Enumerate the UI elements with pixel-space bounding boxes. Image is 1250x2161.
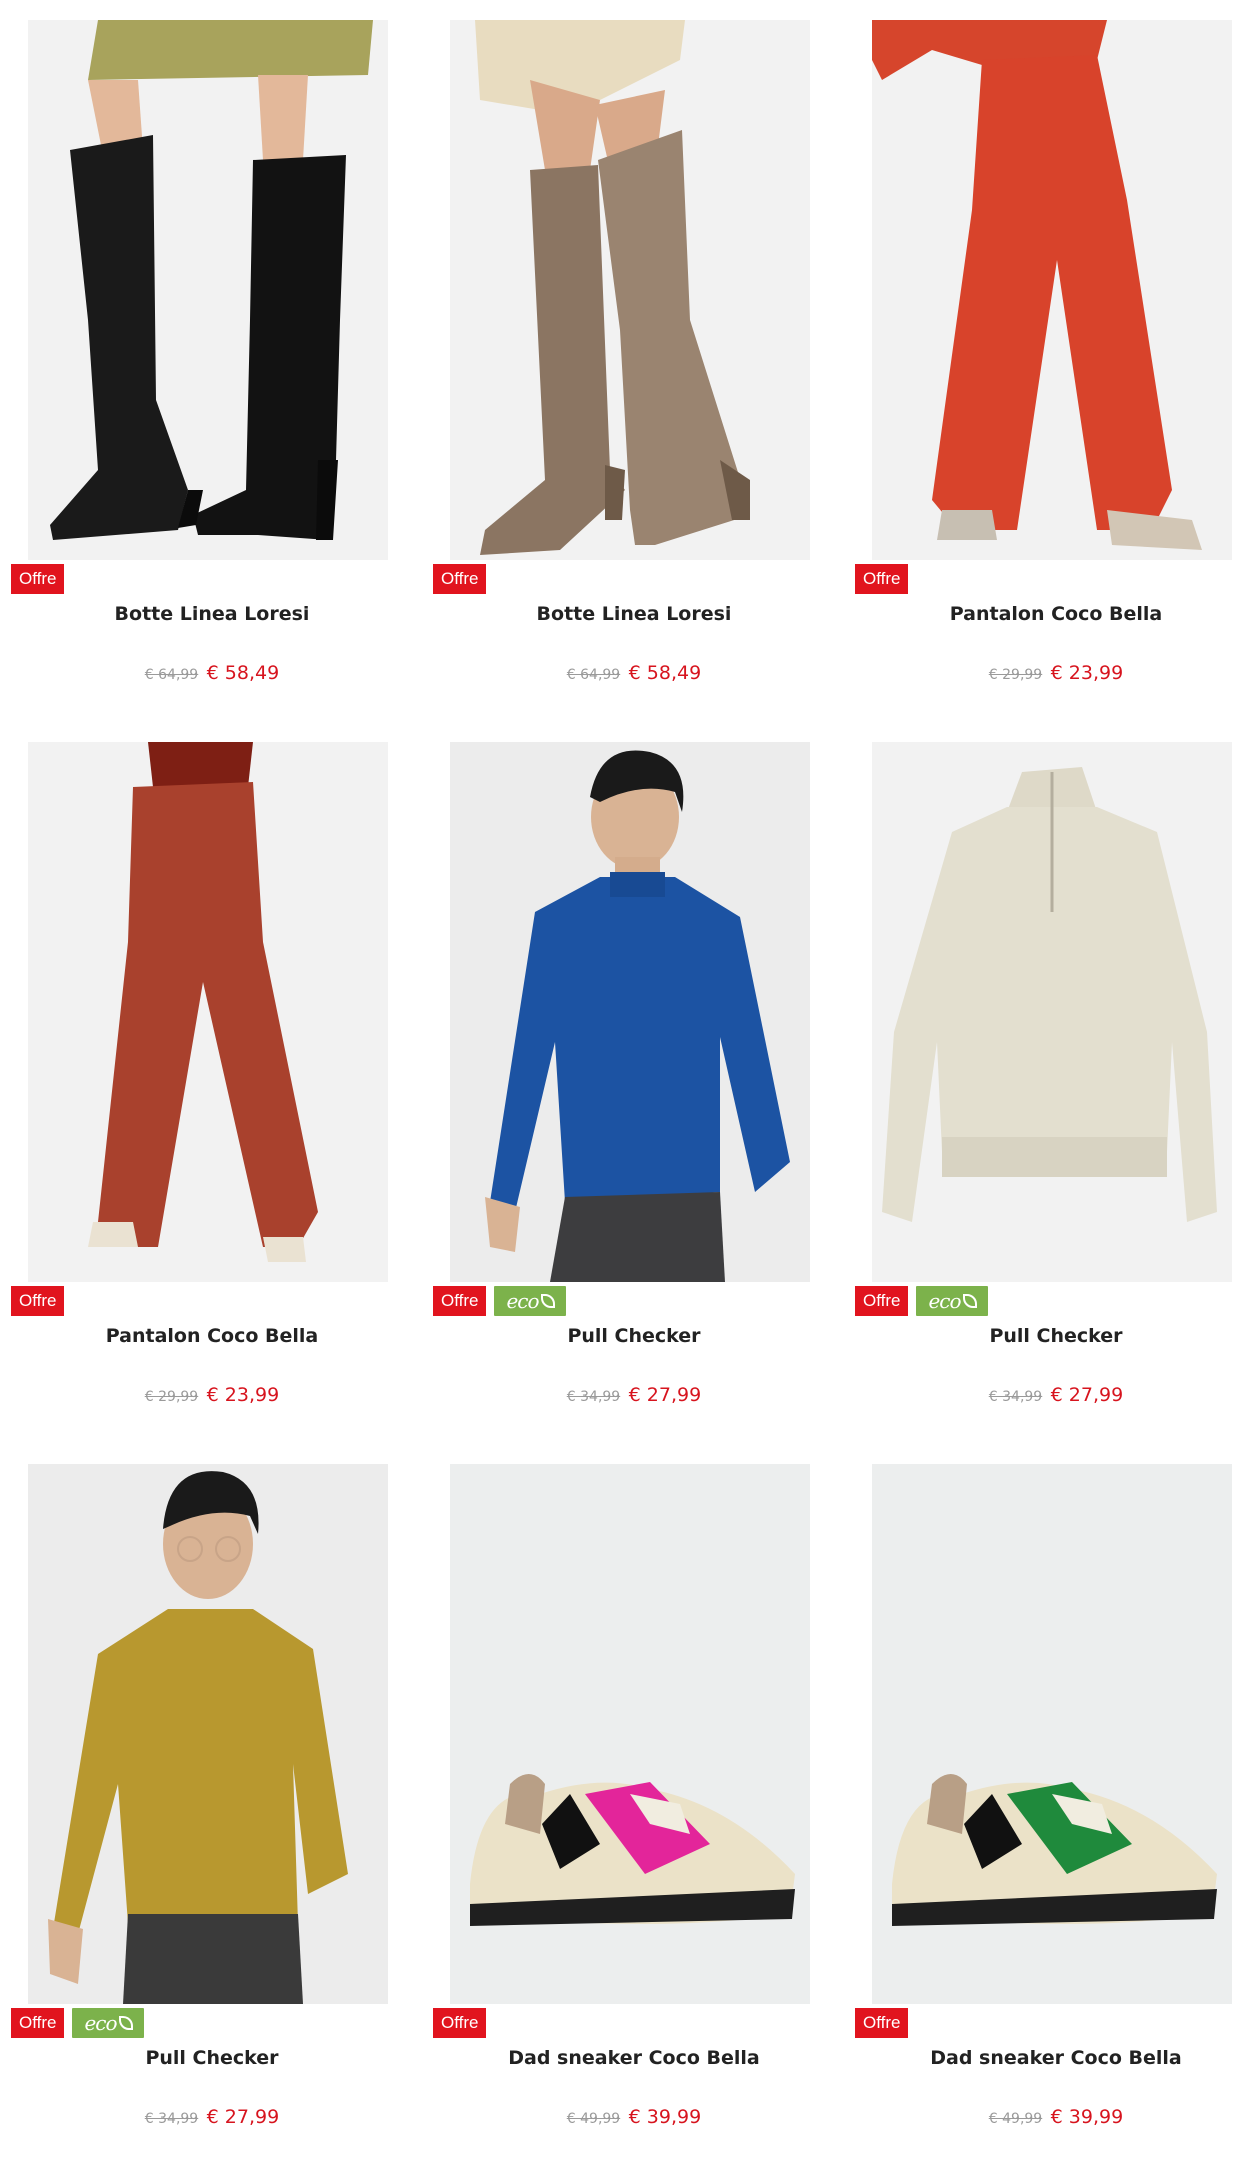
old-price: € 34,99 — [566, 1389, 621, 1405]
product-name[interactable]: Dad sneaker Coco Bella — [428, 2047, 840, 2069]
sale-price: € 23,99 — [1050, 662, 1124, 684]
offer-badge: Offre — [855, 564, 909, 594]
sale-price: € 27,99 — [206, 2106, 280, 2128]
sale-price: € 58,49 — [628, 662, 702, 684]
product-price: € 34,99 € 27,99 — [850, 1384, 1250, 1406]
product-name[interactable]: Botte Linea Loresi — [6, 603, 418, 625]
product-card[interactable]: Offre eco Pull Checker € 34,99 € 27,99 — [850, 722, 1250, 1422]
product-badges: Offre eco — [433, 1286, 567, 1316]
product-name[interactable]: Botte Linea Loresi — [428, 603, 840, 625]
product-card[interactable]: Offre Pantalon Coco Bella € 29,99 € 23,9… — [6, 722, 406, 1422]
product-price: € 64,99 € 58,49 — [6, 662, 418, 684]
sale-price: € 39,99 — [1050, 2106, 1124, 2128]
sale-price: € 27,99 — [1050, 1384, 1124, 1406]
old-price: € 64,99 — [144, 667, 199, 683]
eco-label: eco — [506, 1289, 539, 1313]
offer-badge: Offre — [855, 2008, 909, 2038]
product-price: € 49,99 € 39,99 — [850, 2106, 1250, 2128]
product-badges: Offre eco — [855, 1286, 989, 1316]
offer-badge: Offre — [855, 1286, 909, 1316]
product-price: € 29,99 € 23,99 — [6, 1384, 418, 1406]
product-price: € 29,99 € 23,99 — [850, 662, 1250, 684]
product-image-taupe-boots[interactable] — [450, 20, 810, 560]
old-price: € 29,99 — [144, 1389, 199, 1405]
old-price: € 49,99 — [988, 2111, 1043, 2127]
sale-price: € 27,99 — [628, 1384, 702, 1406]
product-price: € 49,99 € 39,99 — [428, 2106, 840, 2128]
sale-price: € 23,99 — [206, 1384, 280, 1406]
product-card[interactable]: Offre Botte Linea Loresi € 64,99 € 58,49 — [428, 0, 828, 700]
product-image-black-boots[interactable] — [28, 20, 388, 560]
offer-badge: Offre — [433, 2008, 487, 2038]
product-image-mustard-sweater[interactable] — [28, 1464, 388, 2004]
product-badges: Offre — [855, 564, 909, 594]
old-price: € 64,99 — [566, 667, 621, 683]
leaf-icon — [118, 2016, 133, 2030]
eco-label: eco — [928, 1289, 961, 1313]
product-image-red-trousers[interactable] — [872, 20, 1232, 560]
offer-badge: Offre — [433, 564, 487, 594]
product-card[interactable]: Offre Botte Linea Loresi € 64,99 € 58,49 — [6, 0, 406, 700]
eco-badge: eco — [494, 1286, 567, 1316]
product-card[interactable]: Offre eco Pull Checker € 34,99 € 27,99 — [6, 1444, 406, 2144]
leaf-icon — [540, 1294, 555, 1308]
offer-badge: Offre — [11, 2008, 65, 2038]
eco-badge: eco — [72, 2008, 145, 2038]
product-name[interactable]: Pull Checker — [850, 1325, 1250, 1347]
product-image-blue-sweater[interactable] — [450, 742, 810, 1282]
product-card[interactable]: Offre eco Pull Checker € 34,99 € 27,99 — [428, 722, 828, 1422]
product-price: € 64,99 € 58,49 — [428, 662, 840, 684]
product-image-beige-sweater[interactable] — [872, 742, 1232, 1282]
sale-price: € 39,99 — [628, 2106, 702, 2128]
old-price: € 29,99 — [988, 667, 1043, 683]
eco-label: eco — [84, 2011, 117, 2035]
product-name[interactable]: Pull Checker — [428, 1325, 840, 1347]
product-card[interactable]: Offre Dad sneaker Coco Bella € 49,99 € 3… — [850, 1444, 1250, 2144]
product-card[interactable]: Offre Pantalon Coco Bella € 29,99 € 23,9… — [850, 0, 1250, 700]
offer-badge: Offre — [11, 1286, 65, 1316]
old-price: € 34,99 — [988, 1389, 1043, 1405]
product-badges: Offre eco — [11, 2008, 145, 2038]
product-name[interactable]: Pull Checker — [6, 2047, 418, 2069]
product-grid: Offre Botte Linea Loresi € 64,99 € 58,49… — [0, 0, 1250, 2161]
offer-badge: Offre — [433, 1286, 487, 1316]
leaf-icon — [962, 1294, 977, 1308]
eco-badge: eco — [916, 1286, 989, 1316]
product-badges: Offre — [855, 2008, 909, 2038]
product-card[interactable]: Offre Dad sneaker Coco Bella € 49,99 € 3… — [428, 1444, 828, 2144]
sale-price: € 58,49 — [206, 662, 280, 684]
product-price: € 34,99 € 27,99 — [6, 2106, 418, 2128]
product-image-rust-trousers[interactable] — [28, 742, 388, 1282]
product-name[interactable]: Pantalon Coco Bella — [850, 603, 1250, 625]
old-price: € 34,99 — [144, 2111, 199, 2127]
product-price: € 34,99 € 27,99 — [428, 1384, 840, 1406]
product-badges: Offre — [11, 1286, 65, 1316]
product-name[interactable]: Dad sneaker Coco Bella — [850, 2047, 1250, 2069]
product-badges: Offre — [11, 564, 65, 594]
old-price: € 49,99 — [566, 2111, 621, 2127]
product-badges: Offre — [433, 2008, 487, 2038]
offer-badge: Offre — [11, 564, 65, 594]
product-image-green-sneaker[interactable] — [872, 1464, 1232, 2004]
product-badges: Offre — [433, 564, 487, 594]
product-name[interactable]: Pantalon Coco Bella — [6, 1325, 418, 1347]
product-image-pink-sneaker[interactable] — [450, 1464, 810, 2004]
